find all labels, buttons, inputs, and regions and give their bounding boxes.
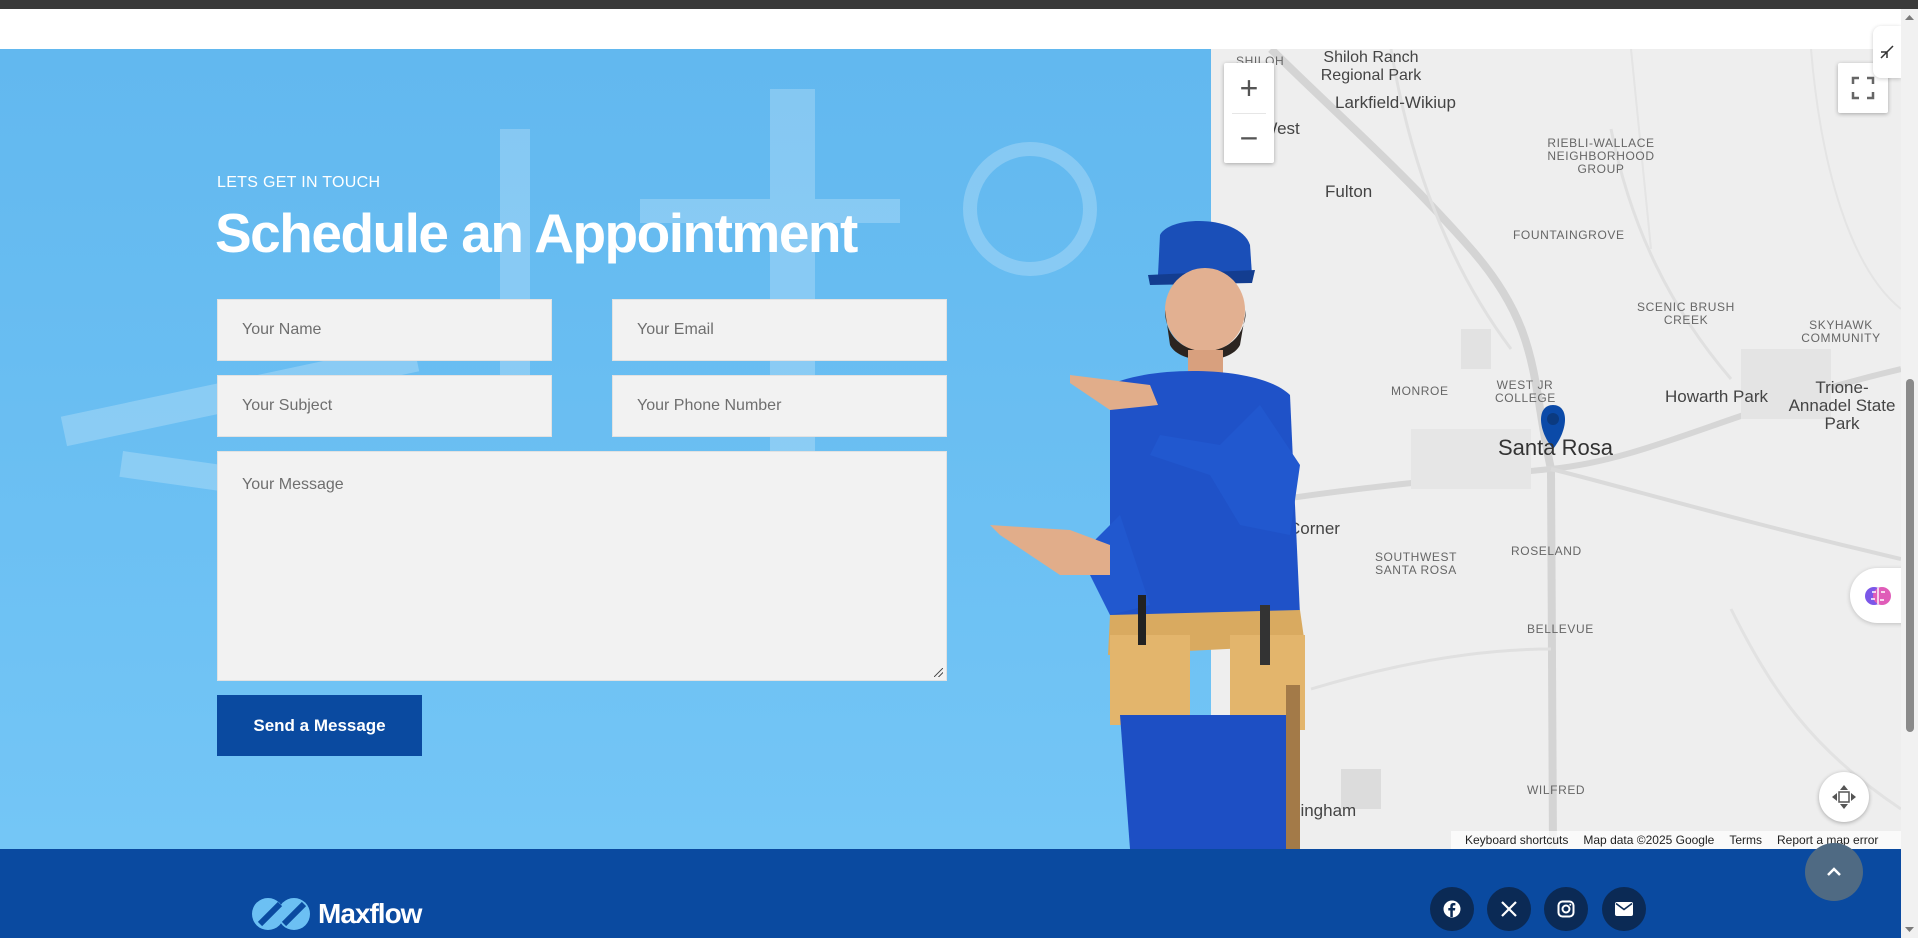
place-skyhawk: SKYHAWK COMMUNITY <box>1801 318 1881 345</box>
fullscreen-icon <box>1851 76 1875 100</box>
footer-logo[interactable]: Maxflow <box>250 894 422 934</box>
brain-icon <box>1864 586 1891 605</box>
map-zoom-controls: + − <box>1224 63 1274 163</box>
scroll-down-arrow-icon[interactable] <box>1901 924 1918 936</box>
brain-widget-button[interactable] <box>1850 568 1905 623</box>
scrollbar-thumb[interactable] <box>1906 379 1914 732</box>
scroll-up-arrow-icon[interactable] <box>1901 11 1918 23</box>
collapse-icon <box>1880 45 1894 59</box>
place-riebli-wallace: RIEBLI-WALLACE NEIGHBORHOOD GROUP <box>1547 136 1655 176</box>
email-link[interactable] <box>1602 887 1646 931</box>
place-fulton: Fulton <box>1325 182 1373 201</box>
subject-input[interactable]: Your Subject <box>217 375 552 437</box>
message-textarea[interactable]: Your Message <box>217 451 947 681</box>
place-wilfred: WILFRED <box>1527 783 1586 797</box>
map-camera-control[interactable] <box>1819 772 1869 822</box>
section-title: Schedule an Appointment <box>215 202 858 264</box>
collapse-tab[interactable] <box>1873 26 1901 78</box>
header-spacer <box>0 9 1918 49</box>
place-larkfield: Larkfield-Wikiup <box>1335 93 1456 112</box>
textarea-resize-handle[interactable] <box>934 668 943 677</box>
terms-link[interactable]: Terms <box>1729 833 1762 847</box>
email-input[interactable]: Your Email <box>612 299 947 361</box>
place-monroe: MONROE <box>1391 384 1449 398</box>
instagram-icon <box>1557 900 1575 918</box>
email-input-placeholder: Your Email <box>637 321 714 338</box>
chevron-up-icon <box>1827 867 1841 876</box>
place-roseland: ROSELAND <box>1511 544 1582 558</box>
email-icon <box>1615 902 1633 916</box>
x-twitter-link[interactable] <box>1487 887 1531 931</box>
page-scrollbar[interactable] <box>1901 9 1918 938</box>
place-southwest-santa-rosa: SOUTHWEST SANTA ROSA <box>1374 550 1458 577</box>
zoom-out-button[interactable]: − <box>1224 113 1274 163</box>
zoom-in-button[interactable]: + <box>1224 63 1274 113</box>
instagram-link[interactable] <box>1544 887 1588 931</box>
x-twitter-icon <box>1501 901 1517 917</box>
send-message-button[interactable]: Send a Message <box>217 695 422 756</box>
map-data-text: Map data ©2025 Google <box>1583 833 1715 847</box>
place-howarth-park: Howarth Park <box>1665 387 1768 406</box>
footer: Maxflow <box>0 849 1901 938</box>
message-textarea-placeholder: Your Message <box>242 476 344 493</box>
place-trione-annadel: Trione-Annadel State Park <box>1788 378 1896 433</box>
place-bellevue: BELLEVUE <box>1527 622 1594 636</box>
wrench-logo-icon <box>252 898 310 930</box>
subject-input-placeholder: Your Subject <box>242 397 333 414</box>
keyboard-shortcuts-link[interactable]: Keyboard shortcuts <box>1465 833 1568 847</box>
pan-arrows-icon <box>1832 785 1856 809</box>
phone-input[interactable]: Your Phone Number <box>612 375 947 437</box>
place-scenic-brush-creek: SCENIC BRUSH CREEK <box>1637 300 1735 327</box>
footer-brand-name: Maxflow <box>318 898 422 929</box>
place-fountaingrove: FOUNTAINGROVE <box>1513 228 1625 242</box>
name-input[interactable]: Your Name <box>217 299 552 361</box>
section-kicker: LETS GET IN TOUCH <box>217 174 381 191</box>
scroll-to-top-button[interactable] <box>1805 843 1863 901</box>
place-shiloh-park: Shiloh Ranch Regional Park <box>1320 49 1422 84</box>
name-input-placeholder: Your Name <box>242 321 322 338</box>
facebook-link[interactable] <box>1430 887 1474 931</box>
plumber-image <box>990 221 1305 849</box>
place-santa-rosa: Santa Rosa <box>1498 435 1613 460</box>
place-west-jr-college: WEST JR COLLEGE <box>1495 378 1556 405</box>
facebook-icon <box>1443 900 1461 918</box>
browser-top-bar <box>0 0 1918 9</box>
phone-input-placeholder: Your Phone Number <box>637 397 782 414</box>
